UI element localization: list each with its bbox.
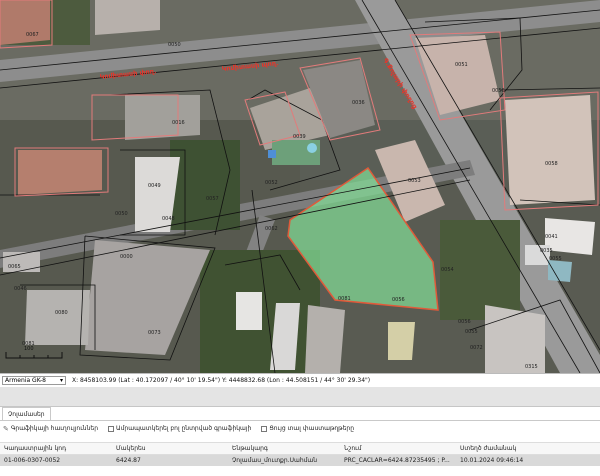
parcel-label: 0057	[206, 196, 219, 202]
column-header[interactable]: Մակերես	[112, 445, 228, 452]
coordinate-bar: Armenia GK-8 ▾ X: 8458103.99 (Lat : 40.1…	[0, 373, 600, 388]
map-viewport[interactable]: Կոմիտասի փող. Կոմիտասի պող. Գ.Քոչարի փող…	[0, 0, 600, 373]
parcel-label: 0315	[525, 364, 538, 370]
map-canvas[interactable]: Կոմիտասի փող. Կոմիտասի պող. Գ.Քոչարի փող…	[0, 0, 600, 373]
crs-select[interactable]: Armenia GK-8 ▾	[2, 376, 66, 385]
parcel-label: 0050	[168, 42, 181, 48]
table-cell: Չոլամաս_մուտքր.Սահման	[232, 457, 318, 464]
parcel-label: 0036	[352, 100, 365, 106]
attribute-table: Կադաստրային կոդ Մակերես Ենթակարգ Նշում Ս…	[0, 442, 600, 466]
column-header[interactable]: Կադաստրային կոդ	[0, 445, 112, 452]
table-cell: PRC_CACLAR=6424.87235495 ; P...	[344, 457, 450, 464]
column-header[interactable]: Ենթակարգ	[228, 445, 340, 452]
table-row[interactable]: 01-006-0307-0052 6424.87 Չոլամաս_մուտքր.…	[0, 455, 600, 466]
parcel-label: 0039	[293, 134, 306, 140]
parcel-label: 0056	[458, 319, 471, 325]
parcel-label: 0048	[162, 216, 175, 222]
parcel-label: 0072	[470, 345, 483, 351]
column-header[interactable]: Նշում	[340, 445, 456, 452]
tab-parcels[interactable]: Չոլամասեր	[2, 407, 51, 421]
attribute-panel: Չոլամասեր ✎ Գրաֆիկայի հաւղուլյուններ Ամր…	[0, 406, 600, 476]
scale-label: 100	[24, 346, 34, 352]
chevron-down-icon: ▾	[59, 377, 63, 384]
parcel-label: 0016	[172, 120, 185, 126]
coordinate-readout: X: 8458103.99 (Lat : 40.172097 / 40° 10'…	[72, 377, 371, 384]
parcel-label: 0073	[148, 330, 161, 336]
tab-divider	[0, 420, 600, 421]
column-header[interactable]: Ստեղծ ժամանակ	[456, 445, 600, 452]
parcel-label: 0046	[14, 286, 27, 292]
checkbox-icon	[261, 425, 268, 432]
parcel-label: 0055	[465, 329, 478, 335]
table-cell: 6424.87	[116, 457, 141, 464]
show-all-checkbox[interactable]: Ամրապատկերել բոլ ընտրված գրաֆիկայի	[108, 425, 251, 432]
parcel-label: 0000	[120, 254, 133, 260]
table-cell: 01-006-0307-0052	[4, 457, 61, 464]
table-cell: 10.01.2024 09:46:14	[460, 457, 524, 464]
parcel-label: 0080	[55, 310, 68, 316]
checkbox-icon	[108, 425, 115, 432]
parcel-label: 0055	[549, 256, 562, 262]
parcel-label: 0052	[265, 180, 278, 186]
panel-separator	[0, 387, 600, 406]
parcel-label: 0058	[492, 88, 505, 94]
parcel-label: 0050	[115, 211, 128, 217]
crs-value: Armenia GK-8	[5, 377, 46, 384]
parcel-label: 0056	[392, 297, 405, 303]
parcel-label: 0049	[148, 183, 161, 189]
table-header: Կադաստրային կոդ Մակերես Ենթակարգ Նշում Ս…	[0, 442, 600, 455]
parcel-label: 0062	[265, 226, 278, 232]
parcel-label: 0041	[545, 234, 558, 240]
parcel-label: 0053	[408, 178, 421, 184]
parcel-label: 0065	[8, 264, 21, 270]
panel-toolbar: ✎ Գրաֆիկայի հաւղուլյուններ Ամրապատկերել …	[0, 422, 600, 435]
show-documents-label: Ցույց տալ փաստաթղթերը	[269, 425, 355, 432]
parcel-label: 0081	[338, 296, 351, 302]
layer-properties-button[interactable]: ✎ Գրաֆիկայի հաւղուլյուններ	[3, 425, 98, 433]
show-all-label: Ամրապատկերել բոլ ընտրված գրաֆիկայի	[116, 425, 252, 432]
pencil-icon: ✎	[3, 424, 9, 433]
parcel-label: 0051	[455, 62, 468, 68]
parcel-label: 0058	[545, 161, 558, 167]
parcel-label: 0035	[540, 248, 553, 254]
parcel-label: 0067	[26, 32, 39, 38]
layer-properties-label: Գրաֆիկայի հաւղուլյուններ	[10, 425, 99, 432]
show-documents-checkbox[interactable]: Ցույց տալ փաստաթղթերը	[261, 425, 354, 432]
parcel-label: 0054	[441, 267, 454, 273]
